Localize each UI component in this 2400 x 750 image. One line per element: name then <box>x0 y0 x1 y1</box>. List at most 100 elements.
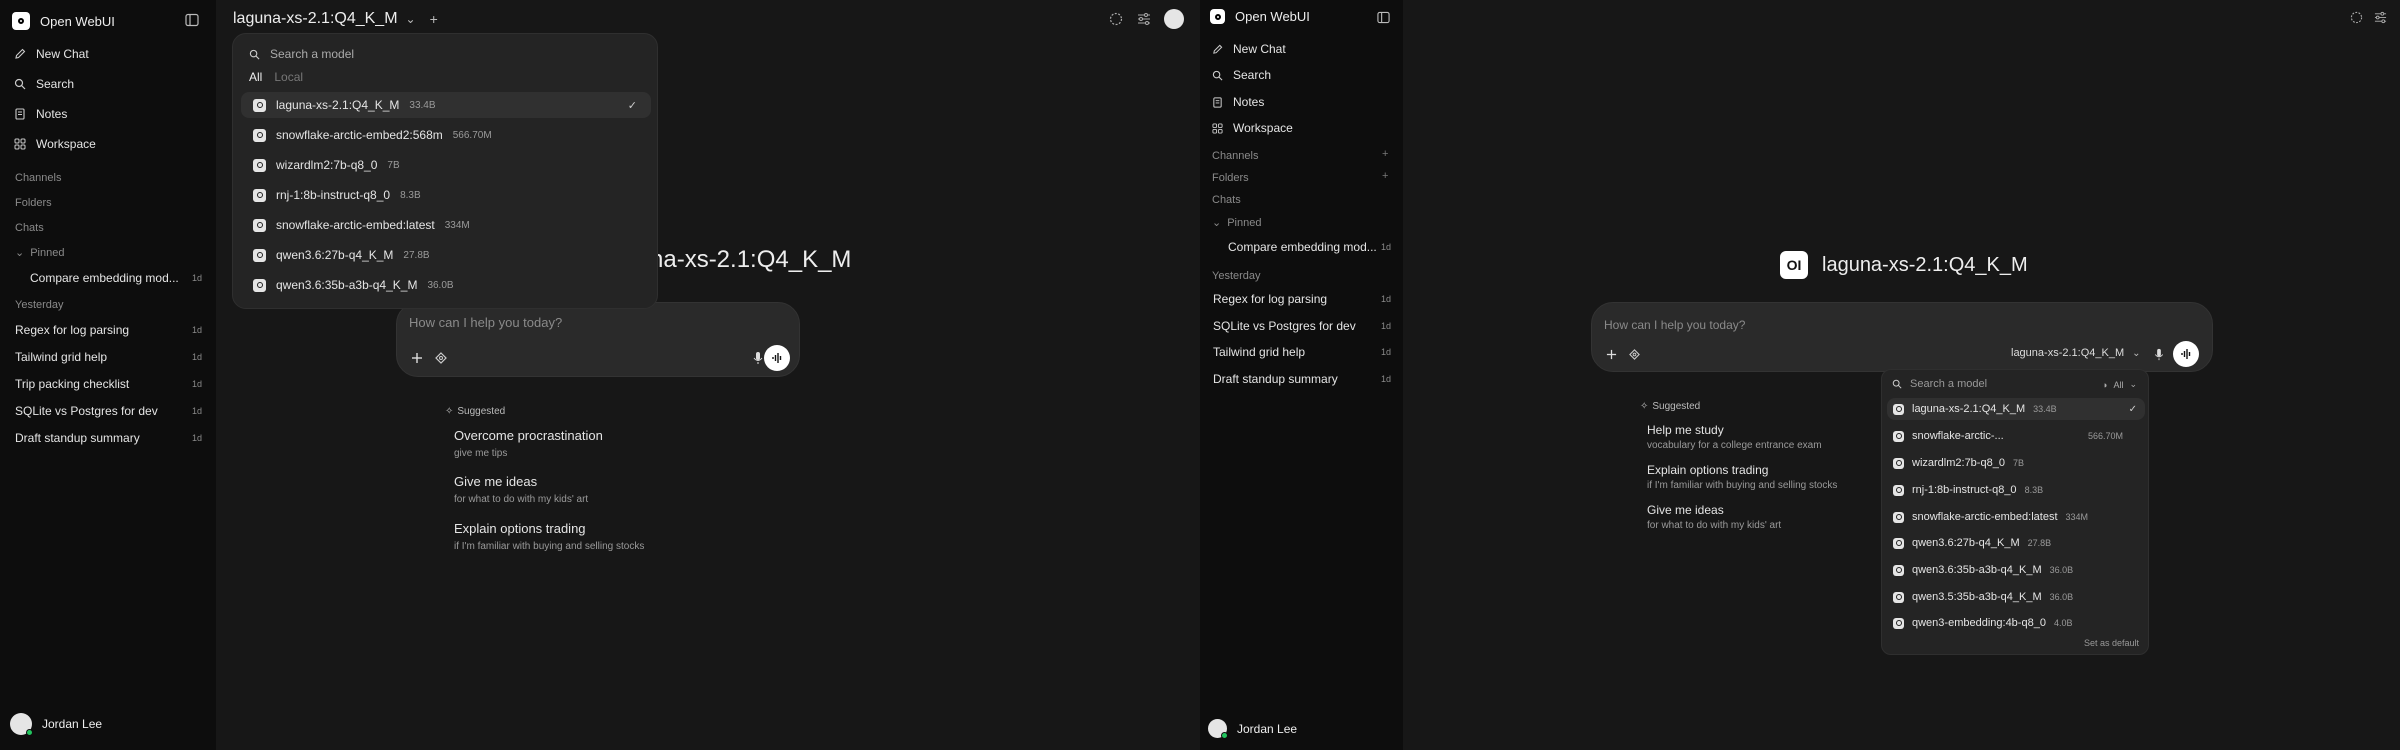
chat-item[interactable]: Tailwind grid help 1d <box>1213 341 1391 363</box>
suggestion-title: Explain options trading <box>1647 463 1769 477</box>
model-option[interactable]: laguna-xs-2.1:Q4_K_M 33.4B ✓ <box>241 92 651 118</box>
model-option[interactable]: qwen3.6:27b-q4_K_M 27.8B <box>241 242 651 268</box>
suggestion-card[interactable]: Explain options trading if I'm familiar … <box>1647 463 1897 495</box>
model-option[interactable]: qwen3.6:27b-q4_K_M 27.8B <box>1887 532 2145 554</box>
controls-icon[interactable] <box>1106 9 1126 29</box>
chevron-down-icon: ⌄ <box>1212 217 1222 229</box>
add-model-button[interactable]: + <box>430 11 438 27</box>
add-channel-button[interactable]: + <box>1382 148 1388 160</box>
section-channels[interactable]: Channels <box>15 172 61 184</box>
microphone-icon[interactable] <box>2149 344 2169 364</box>
model-size: 8.3B <box>400 189 421 201</box>
add-folder-button[interactable]: + <box>1382 170 1388 182</box>
section-pinned[interactable]: ⌄ Pinned <box>15 246 64 260</box>
suggestion-card[interactable]: Help me study vocabulary for a college e… <box>1647 423 1897 455</box>
chat-item[interactable]: Tailwind grid help 1d <box>15 346 202 368</box>
chat-age: 1d <box>191 406 202 416</box>
sparkle-icon: ✧ <box>1640 401 1649 412</box>
section-folders[interactable]: Folders <box>1212 172 1249 184</box>
model-option[interactable]: qwen3.6:35b-a3b-q4_K_M 36.0B <box>241 272 651 298</box>
section-pinned[interactable]: ⌄ Pinned <box>1212 216 1261 230</box>
model-option[interactable]: qwen3.5:35b-a3b-q4_K_M 36.0B <box>1887 586 2145 608</box>
tools-icon[interactable] <box>431 348 451 368</box>
user-menu[interactable]: Jordan Lee <box>10 713 102 736</box>
avatar <box>1208 719 1228 739</box>
sidebar-toggle-icon[interactable] <box>1373 7 1393 27</box>
plus-icon[interactable] <box>407 348 427 368</box>
model-search[interactable]: Search a model <box>249 47 354 61</box>
section-channels[interactable]: Channels <box>1212 150 1258 162</box>
suggestion-subtitle: for what to do with my kids' art <box>1647 520 1782 531</box>
suggestion-subtitle: if I'm familiar with buying and selling … <box>454 541 645 552</box>
set-default-button[interactable]: Set as default <box>2084 638 2139 648</box>
model-option[interactable]: qwen3.6:35b-a3b-q4_K_M 36.0B <box>1887 559 2145 581</box>
avatar[interactable] <box>1164 9 1184 29</box>
chat-title: SQLite vs Postgres for dev <box>1213 319 1356 333</box>
chat-item[interactable]: Compare embedding mod... 1d <box>1228 236 1391 258</box>
chat-item[interactable]: Draft standup summary 1d <box>15 427 202 449</box>
suggestion-title: Overcome procrastination <box>454 428 603 443</box>
sidebar-item-notes[interactable]: Notes <box>14 103 67 125</box>
user-menu[interactable]: Jordan Lee <box>1208 719 1297 739</box>
suggestion-subtitle: for what to do with my kids' art <box>454 494 589 505</box>
sidebar-item-search[interactable]: Search <box>1212 64 1271 86</box>
model-icon <box>253 98 266 112</box>
sidebar-item-label: Search <box>36 77 75 91</box>
model-option[interactable]: wizardlm2:7b-q8_0 7B <box>241 152 651 178</box>
section-folders[interactable]: Folders <box>15 197 52 209</box>
model-selector[interactable]: laguna-xs-2.1:Q4_K_M ⌄ + <box>233 10 438 28</box>
chat-item[interactable]: Regex for log parsing 1d <box>15 319 202 341</box>
model-search-input[interactable]: Search a model <box>270 47 354 61</box>
model-option[interactable]: rnj-1:8b-instruct-q8_0 8.3B <box>1887 479 2145 501</box>
chat-input[interactable]: How can I help you today? <box>409 315 562 330</box>
model-filter[interactable]: ◑ All ⌄ <box>2102 379 2137 390</box>
suggestion-card[interactable]: Explain options trading if I'm familiar … <box>454 521 714 557</box>
suggestion-card[interactable]: Give me ideas for what to do with my kid… <box>1647 503 1897 535</box>
chat-item[interactable]: Regex for log parsing 1d <box>1213 288 1391 310</box>
model-option[interactable]: qwen3-embedding:4b-q8_0 4.0B <box>1887 612 2145 634</box>
controls-icon[interactable] <box>2346 7 2366 27</box>
sidebar-item-new-chat[interactable]: New Chat <box>14 43 89 65</box>
model-search-input[interactable]: Search a model <box>1910 378 1987 390</box>
chat-item[interactable]: Compare embedding mod... 1d <box>30 267 202 289</box>
tab-local[interactable]: Local <box>274 70 303 84</box>
tools-icon[interactable] <box>1624 344 1644 364</box>
model-option[interactable]: wizardlm2:7b-q8_0 7B <box>1887 452 2145 474</box>
input-model-selector[interactable]: laguna-xs-2.1:Q4_K_M ⌄ <box>2011 347 2141 359</box>
suggestion-card[interactable]: Overcome procrastination give me tips <box>454 428 714 464</box>
chat-item[interactable]: SQLite vs Postgres for dev 1d <box>1213 315 1391 337</box>
sidebar-item-new-chat[interactable]: New Chat <box>1212 38 1286 60</box>
model-name: snowflake-arctic-... <box>1912 430 2004 442</box>
chat-input[interactable]: How can I help you today? <box>1604 318 1745 332</box>
hero-model-name: laguna-xs-2.1:Q4_K_M <box>1822 253 2028 276</box>
chat-item[interactable]: Draft standup summary 1d <box>1213 368 1391 390</box>
model-size: 33.4B <box>2033 404 2057 414</box>
settings-sliders-icon[interactable] <box>2370 7 2390 27</box>
suggestion-card[interactable]: Give me ideas for what to do with my kid… <box>454 474 714 510</box>
model-option[interactable]: snowflake-arctic-embed2:568m 566.70M <box>241 122 651 148</box>
model-option[interactable]: snowflake-arctic-... 566.70M <box>1887 425 2145 447</box>
settings-sliders-icon[interactable] <box>1134 9 1154 29</box>
model-option[interactable]: snowflake-arctic-embed:latest 334M <box>1887 506 2145 528</box>
sidebar-item-search[interactable]: Search <box>14 73 74 95</box>
chat-item[interactable]: Trip packing checklist 1d <box>15 373 202 395</box>
chat-age: 1d <box>191 433 202 443</box>
model-option[interactable]: snowflake-arctic-embed:latest 334M <box>241 212 651 238</box>
chat-item[interactable]: SQLite vs Postgres for dev 1d <box>15 400 202 422</box>
model-size: 36.0B <box>2049 565 2074 575</box>
checkmark-icon: ✓ <box>2128 403 2137 415</box>
plus-icon[interactable] <box>1601 344 1621 364</box>
model-option[interactable]: rnj-1:8b-instruct-q8_0 8.3B <box>241 182 651 208</box>
sidebar-toggle-icon[interactable] <box>182 10 202 30</box>
brand[interactable]: Open WebUI <box>1210 9 1310 24</box>
sidebar-item-workspace[interactable]: Workspace <box>1212 117 1293 139</box>
sidebar-item-workspace[interactable]: Workspace <box>14 133 96 155</box>
tab-all[interactable]: All <box>249 70 262 84</box>
sidebar-item-notes[interactable]: Notes <box>1212 91 1264 113</box>
voice-mode-button[interactable] <box>764 345 790 371</box>
model-search[interactable]: Search a model <box>1892 378 1987 390</box>
model-icon <box>1893 537 1904 549</box>
brand[interactable]: Open WebUI <box>12 12 115 30</box>
voice-mode-button[interactable] <box>2173 341 2199 367</box>
model-option[interactable]: laguna-xs-2.1:Q4_K_M 33.4B ✓ <box>1887 398 2145 420</box>
